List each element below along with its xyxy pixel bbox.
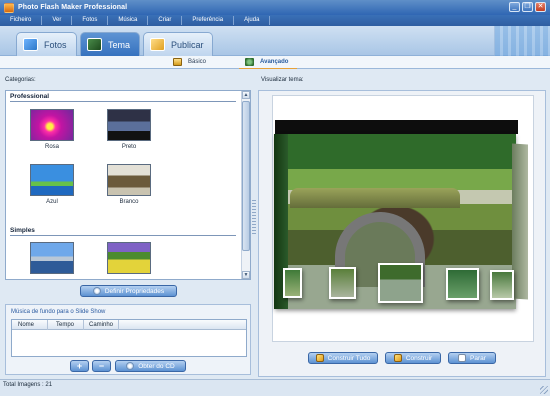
column-separator xyxy=(83,320,84,330)
window-title: Photo Flash Maker Professional xyxy=(18,4,128,11)
theme-thumb-simples-2[interactable] xyxy=(107,242,151,274)
subtab-basico[interactable]: Básico xyxy=(173,58,206,66)
category-list-content: Professional Rosa Preto Azul Branco Simp… xyxy=(6,91,242,279)
theme-label-rosa: Rosa xyxy=(44,144,59,150)
scroll-down-icon[interactable]: ▼ xyxy=(242,271,250,279)
group-divider xyxy=(10,235,236,236)
build-icon xyxy=(393,354,402,362)
theme-icon xyxy=(87,38,102,51)
filmstrip-decoration xyxy=(494,26,550,56)
theme-label-branco: Branco xyxy=(119,199,139,205)
column-separator xyxy=(47,320,48,330)
active-subtab-indicator xyxy=(239,68,297,69)
tab-tema[interactable]: Tema xyxy=(80,32,140,56)
tab-tema-label: Tema xyxy=(108,39,131,50)
stop-icon xyxy=(458,354,467,362)
tab-publicar-label: Publicar xyxy=(171,39,204,50)
subtab-avancado[interactable]: Avançado xyxy=(245,58,288,66)
preview-mini-photo xyxy=(378,263,423,303)
preview-top-bar xyxy=(275,120,518,134)
music-table: Nome Tempo Caminho xyxy=(11,319,247,357)
menu-fotos[interactable]: Fotos xyxy=(72,16,109,25)
status-bar: Total Imagens : 21 xyxy=(0,379,550,396)
get-from-cd-label: Obter do CD xyxy=(138,362,175,370)
tab-publicar[interactable]: Publicar xyxy=(143,32,213,56)
theme-thumb-azul[interactable] xyxy=(30,164,74,196)
build-all-button[interactable]: Construir Tudo xyxy=(308,352,378,364)
define-properties-label: Definir Propriedades xyxy=(104,287,165,295)
menu-ficheiro[interactable]: Ficheiro xyxy=(0,16,43,25)
column-nome[interactable]: Nome xyxy=(18,322,34,328)
theme-label-preto: Preto xyxy=(121,144,137,150)
group-professional: Professional xyxy=(10,93,50,100)
get-from-cd-button[interactable]: Obter do CD xyxy=(115,360,186,372)
music-group-title: Música de fundo para o Slide Show xyxy=(11,309,106,315)
subtab-avancado-label: Avançado xyxy=(260,59,289,65)
gear-icon xyxy=(92,287,101,295)
remove-music-button[interactable]: − xyxy=(92,360,111,372)
build-all-label: Construir Tudo xyxy=(327,354,371,362)
preview-mini-photo xyxy=(490,270,514,300)
title-bar: Photo Flash Maker Professional _ ❐ ✕ xyxy=(0,0,550,15)
theme-thumb-simples-1[interactable] xyxy=(30,242,74,274)
total-images-status: Total Imagens : 21 xyxy=(3,382,53,388)
menu-bar: Ficheiro Ver Fotos Música Criar Preferên… xyxy=(0,15,550,26)
panel-splitter[interactable] xyxy=(252,200,256,236)
window-controls: _ ❐ ✕ xyxy=(509,2,546,12)
group-divider xyxy=(10,101,236,102)
menu-ajuda[interactable]: Ajuda xyxy=(234,16,271,25)
subtab-basico-label: Básico xyxy=(188,59,207,65)
add-music-button[interactable]: + xyxy=(70,360,89,372)
scroll-thumb[interactable] xyxy=(242,101,250,251)
menu-musica[interactable]: Música xyxy=(108,16,149,25)
publish-icon xyxy=(150,38,165,51)
scroll-up-icon[interactable]: ▲ xyxy=(242,91,250,99)
preview-mini-photo xyxy=(446,268,479,300)
preview-mini-photo xyxy=(283,268,302,298)
theme-label-azul: Azul xyxy=(46,199,58,205)
build-icon xyxy=(315,354,324,362)
stop-button[interactable]: Parar xyxy=(448,352,496,364)
theme-thumb-preto[interactable] xyxy=(107,109,151,141)
advanced-icon xyxy=(245,58,254,66)
plus-icon: + xyxy=(76,361,83,371)
resize-grip-icon[interactable] xyxy=(540,386,548,394)
stop-label: Parar xyxy=(470,354,486,362)
build-label: Construir xyxy=(405,354,433,362)
minimize-button[interactable]: _ xyxy=(509,2,520,12)
define-properties-button[interactable]: Definir Propriedades xyxy=(80,285,177,297)
column-caminho[interactable]: Caminho xyxy=(89,322,113,328)
basic-icon xyxy=(173,58,182,66)
sub-tab-bar: Básico Avançado xyxy=(0,56,550,69)
theme-thumb-branco[interactable] xyxy=(107,164,151,196)
category-list: Professional Rosa Preto Azul Branco Simp… xyxy=(5,90,251,280)
tab-fotos[interactable]: Fotos xyxy=(16,32,77,56)
minus-icon: − xyxy=(98,361,105,371)
column-tempo[interactable]: Tempo xyxy=(56,322,74,328)
cd-icon xyxy=(126,362,135,370)
menu-preferencia[interactable]: Preferência xyxy=(182,16,235,25)
preview-label: Visualizar tema: xyxy=(261,77,304,83)
column-separator xyxy=(118,320,119,330)
build-button[interactable]: Construir xyxy=(385,352,441,364)
categories-label: Categorias: xyxy=(5,77,36,83)
menu-criar[interactable]: Criar xyxy=(148,16,183,25)
tab-fotos-label: Fotos xyxy=(44,39,67,50)
main-tab-header: Fotos Tema Publicar xyxy=(0,26,550,56)
preview-bridge xyxy=(290,188,460,208)
photos-icon xyxy=(23,38,38,51)
theme-thumb-rosa[interactable] xyxy=(30,109,74,141)
app-icon xyxy=(4,2,14,13)
preview-mini-photo xyxy=(329,267,356,299)
category-scrollbar[interactable]: ▲ ▼ xyxy=(241,91,250,279)
close-button[interactable]: ✕ xyxy=(535,2,546,12)
restore-button[interactable]: ❐ xyxy=(522,2,533,12)
group-simples: Simples xyxy=(10,227,35,234)
preview-right-page xyxy=(512,143,528,300)
music-table-header: Nome Tempo Caminho xyxy=(12,320,246,330)
menu-ver[interactable]: Ver xyxy=(42,16,73,25)
